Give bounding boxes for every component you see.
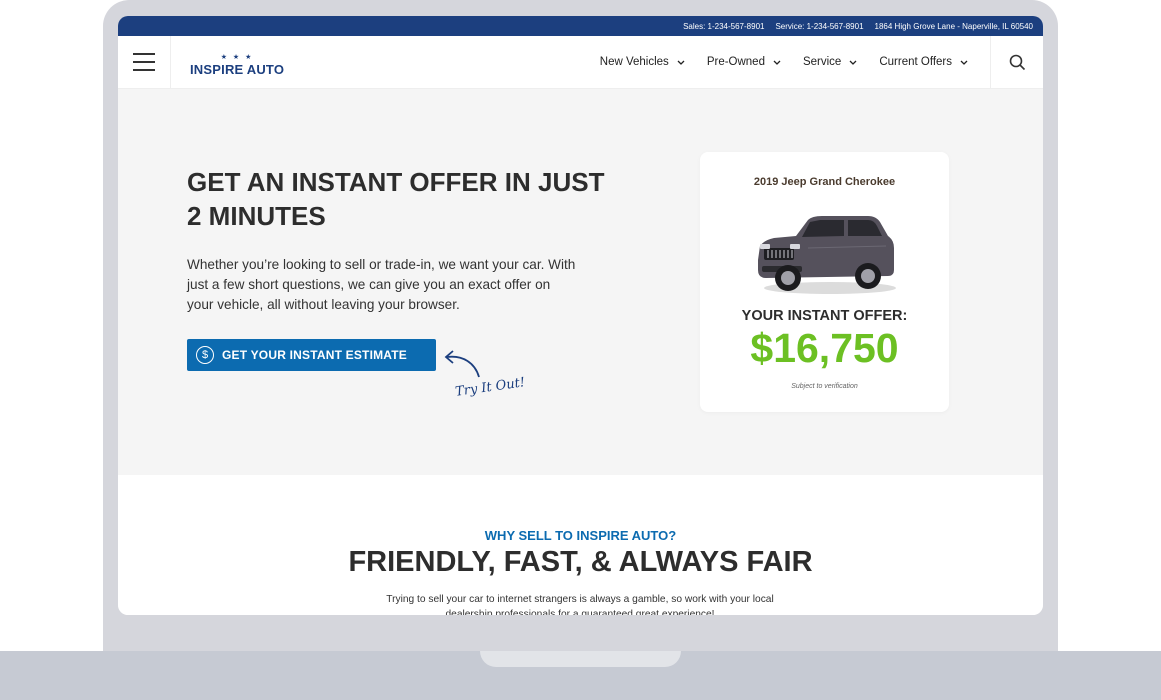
- verification-note: Subject to verification: [791, 383, 858, 390]
- chevron-down-icon: [849, 57, 857, 67]
- why-title: FRIENDLY, FAST, & ALWAYS FAIR: [348, 546, 813, 578]
- site-logo[interactable]: ★ ★ ★ INSPIRE AUTO: [190, 54, 284, 77]
- vehicle-name: 2019 Jeep Grand Cherokee: [753, 176, 896, 188]
- nav-item-label: Service: [802, 56, 842, 68]
- chevron-down-icon: [773, 57, 781, 67]
- chevron-down-icon: [960, 57, 968, 67]
- nav-item-label: Current Offers: [879, 56, 952, 68]
- offer-amount: $16,750: [750, 325, 899, 371]
- why-description: Trying to sell your car to internet stra…: [386, 594, 774, 615]
- sales-phone-link[interactable]: Sales: 1-234-567-8901: [683, 22, 764, 31]
- nav-item-service[interactable]: Service: [803, 56, 857, 68]
- main-navbar: ★ ★ ★ INSPIRE AUTO New Vehicles Pre-Owne…: [118, 36, 1043, 89]
- browser-screen: Sales: 1-234-567-8901 Service: 1-234-567…: [118, 16, 1043, 615]
- nav-item-label: Pre-Owned: [706, 56, 765, 68]
- nav-item-current-offers[interactable]: Current Offers: [879, 56, 968, 68]
- instant-offer-label: YOUR INSTANT OFFER:: [741, 308, 908, 324]
- why-sell-section: WHY SELL TO INSPIRE AUTO? FRIENDLY, FAST…: [118, 475, 1043, 615]
- nav-item-pre-owned[interactable]: Pre-Owned: [707, 56, 781, 68]
- search-icon[interactable]: [990, 36, 1043, 88]
- address-link[interactable]: 1864 High Grove Lane - Naperville, IL 60…: [875, 22, 1033, 31]
- why-eyebrow: WHY SELL TO INSPIRE AUTO?: [484, 528, 677, 543]
- curved-arrow-icon: [444, 350, 480, 378]
- dollar-circle-icon: $: [196, 346, 214, 364]
- hero-section: GET AN INSTANT OFFER IN JUST 2 MINUTES W…: [118, 89, 1043, 475]
- nav-menu: New Vehicles Pre-Owned Service Current O…: [578, 36, 968, 88]
- vehicle-image: [758, 216, 896, 294]
- instant-offer-card: 2019 Jeep Grand Cherokee YOUR INSTANT OF…: [700, 152, 949, 412]
- hero-title: GET AN INSTANT OFFER IN JUST 2 MINUTES: [187, 167, 605, 231]
- logo-text: INSPIRE AUTO: [190, 61, 285, 77]
- cta-label: GET YOUR INSTANT ESTIMATE: [222, 348, 408, 362]
- nav-item-new-vehicles[interactable]: New Vehicles: [600, 56, 685, 68]
- chevron-down-icon: [677, 57, 685, 67]
- hamburger-menu-icon[interactable]: [118, 36, 171, 88]
- service-phone-link[interactable]: Service: 1-234-567-8901: [775, 22, 863, 31]
- laptop-notch: [480, 651, 681, 667]
- get-instant-estimate-button[interactable]: $ GET YOUR INSTANT ESTIMATE: [187, 339, 436, 371]
- nav-item-label: New Vehicles: [599, 56, 669, 68]
- logo-stars: ★ ★ ★: [220, 53, 254, 61]
- contact-bar: Sales: 1-234-567-8901 Service: 1-234-567…: [118, 16, 1043, 36]
- hero-description: Whether you’re looking to sell or trade-…: [187, 257, 576, 312]
